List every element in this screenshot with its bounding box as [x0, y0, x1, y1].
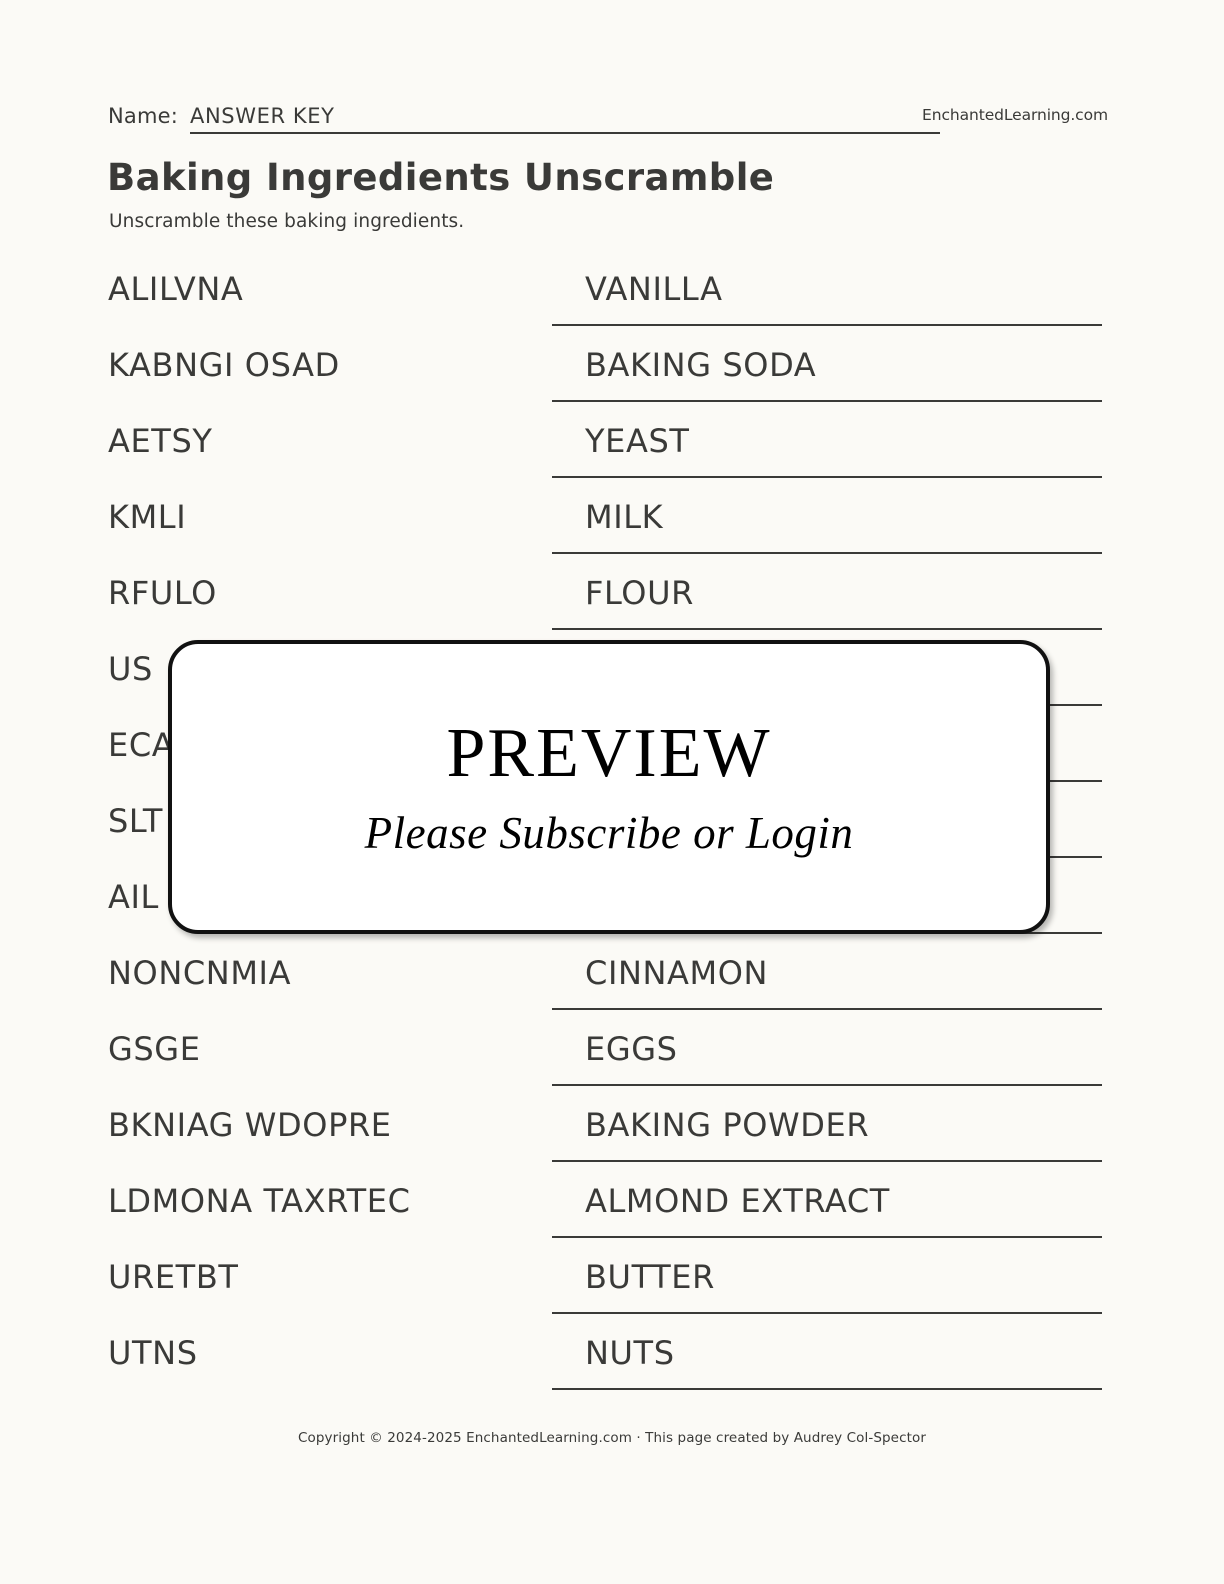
scrambled-word: SLT: [108, 802, 164, 840]
site-logo: EnchantedLearning.com: [922, 106, 1108, 124]
unscramble-row: LDMONA TAXRTEC ALMOND EXTRACT: [0, 1174, 1224, 1250]
scrambled-word: AETSY: [108, 422, 213, 460]
answer-line[interactable]: NUTS: [552, 1326, 1102, 1390]
instructions-text: Unscramble these baking ingredients.: [109, 211, 465, 232]
answer-line[interactable]: YEAST: [552, 414, 1102, 478]
scrambled-word: URETBT: [108, 1258, 239, 1296]
worksheet-header: Name: ANSWER KEY EnchantedLearning.com: [108, 104, 1108, 144]
name-value: ANSWER KEY: [190, 104, 335, 128]
page-title: Baking Ingredients Unscramble: [107, 156, 775, 199]
scrambled-word: NONCNMIA: [108, 954, 292, 992]
scrambled-word: KABNGI OSAD: [108, 346, 340, 384]
answer-word: VANILLA: [585, 270, 723, 308]
scrambled-word: AIL: [108, 878, 159, 916]
unscramble-row: AETSY YEAST: [0, 414, 1224, 490]
answer-word: BUTTER: [585, 1258, 715, 1296]
footer-copyright: Copyright © 2024-2025 EnchantedLearning.…: [297, 1430, 927, 1446]
answer-line[interactable]: EGGS: [552, 1022, 1102, 1086]
preview-overlay[interactable]: PREVIEW Please Subscribe or Login: [168, 640, 1050, 934]
unscramble-row: UTNS NUTS: [0, 1326, 1224, 1402]
answer-word: BAKING SODA: [585, 346, 817, 384]
scrambled-word: ALILVNA: [108, 270, 244, 308]
answer-line[interactable]: ALMOND EXTRACT: [552, 1174, 1102, 1238]
answer-word: CINNAMON: [585, 954, 769, 992]
scrambled-word: BKNIAG WDOPRE: [108, 1106, 392, 1144]
answer-line[interactable]: BAKING SODA: [552, 338, 1102, 402]
answer-line[interactable]: CINNAMON: [552, 946, 1102, 1010]
preview-subtitle: Please Subscribe or Login: [364, 807, 854, 858]
answer-line[interactable]: BUTTER: [552, 1250, 1102, 1314]
scrambled-word: GSGE: [108, 1030, 201, 1068]
unscramble-row: KABNGI OSAD BAKING SODA: [0, 338, 1224, 414]
unscramble-row: GSGE EGGS: [0, 1022, 1224, 1098]
answer-line[interactable]: MILK: [552, 490, 1102, 554]
name-input[interactable]: ANSWER KEY: [190, 104, 940, 134]
answer-line[interactable]: VANILLA: [552, 262, 1102, 326]
answer-line[interactable]: FLOUR: [552, 566, 1102, 630]
scrambled-word: US: [108, 650, 153, 688]
worksheet-page: Name: ANSWER KEY EnchantedLearning.com B…: [0, 0, 1224, 1584]
unscramble-row: RFULO FLOUR: [0, 566, 1224, 642]
unscramble-row: ALILVNA VANILLA: [0, 262, 1224, 338]
unscramble-row: URETBT BUTTER: [0, 1250, 1224, 1326]
answer-word: EGGS: [585, 1030, 678, 1068]
preview-title: PREVIEW: [446, 714, 772, 792]
answer-word: ALMOND EXTRACT: [585, 1182, 890, 1220]
answer-word: BAKING POWDER: [585, 1106, 870, 1144]
answer-word: NUTS: [585, 1334, 675, 1372]
scrambled-word: ECA: [108, 726, 175, 764]
answer-line[interactable]: BAKING POWDER: [552, 1098, 1102, 1162]
name-field-row: Name: ANSWER KEY: [108, 104, 940, 134]
scrambled-word: UTNS: [108, 1334, 198, 1372]
unscramble-row: KMLI MILK: [0, 490, 1224, 566]
answer-word: YEAST: [585, 422, 690, 460]
scrambled-word: RFULO: [108, 574, 217, 612]
name-label: Name:: [108, 104, 179, 128]
scrambled-word: LDMONA TAXRTEC: [108, 1182, 411, 1220]
unscramble-row: BKNIAG WDOPRE BAKING POWDER: [0, 1098, 1224, 1174]
scrambled-word: KMLI: [108, 498, 187, 536]
answer-word: FLOUR: [585, 574, 694, 612]
unscramble-row: NONCNMIA CINNAMON: [0, 946, 1224, 1022]
answer-word: MILK: [585, 498, 664, 536]
